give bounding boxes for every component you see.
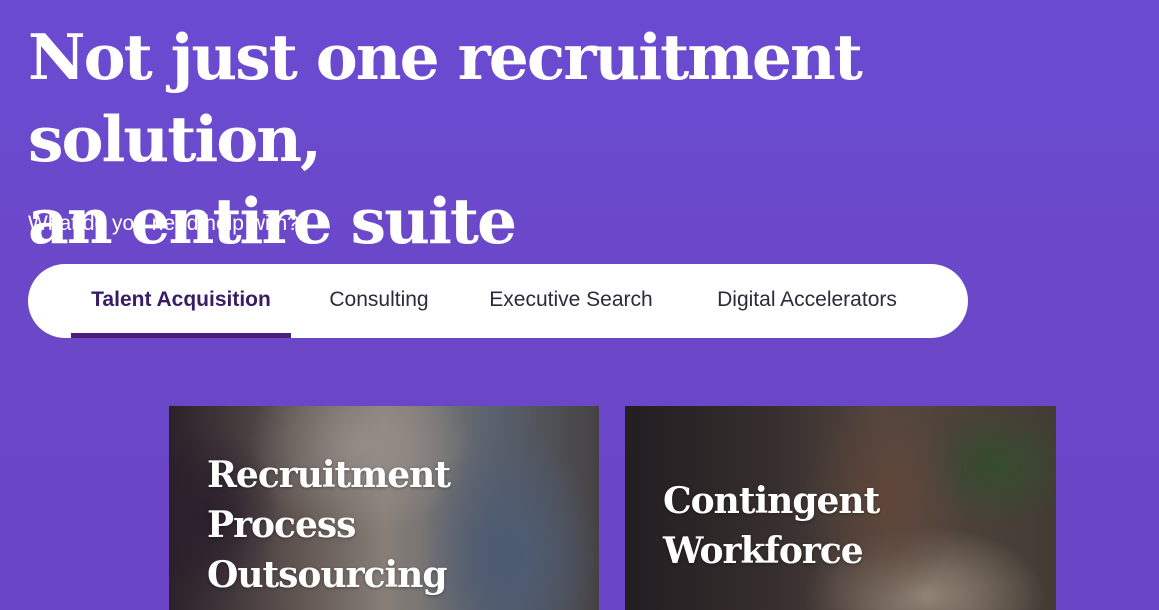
tab-executive-search[interactable]: Executive Search bbox=[478, 264, 664, 338]
card-title-line: Contingent bbox=[663, 480, 880, 522]
tab-talent-acquisition[interactable]: Talent Acquisition bbox=[71, 264, 291, 338]
card-title-line: Recruitment bbox=[207, 454, 451, 496]
hero-title-line-1: Not just one recruitment solution, bbox=[28, 20, 863, 176]
card-title: Recruitment Process Outsourcing bbox=[207, 450, 587, 600]
card-title-line: Outsourcing bbox=[207, 554, 448, 596]
card-title: Contingent Workforce bbox=[663, 476, 1043, 576]
card-title-line: Workforce bbox=[663, 530, 864, 572]
service-tabs: Talent Acquisition Consulting Executive … bbox=[28, 264, 968, 338]
card-contingent-workforce[interactable]: Contingent Workforce bbox=[625, 406, 1056, 610]
tab-consulting[interactable]: Consulting bbox=[320, 264, 438, 338]
card-recruitment-process-outsourcing[interactable]: Recruitment Process Outsourcing bbox=[169, 406, 599, 610]
help-prompt: What do you need help with? bbox=[28, 212, 299, 235]
tab-digital-accelerators[interactable]: Digital Accelerators bbox=[702, 264, 912, 338]
card-title-line: Process bbox=[207, 504, 356, 546]
